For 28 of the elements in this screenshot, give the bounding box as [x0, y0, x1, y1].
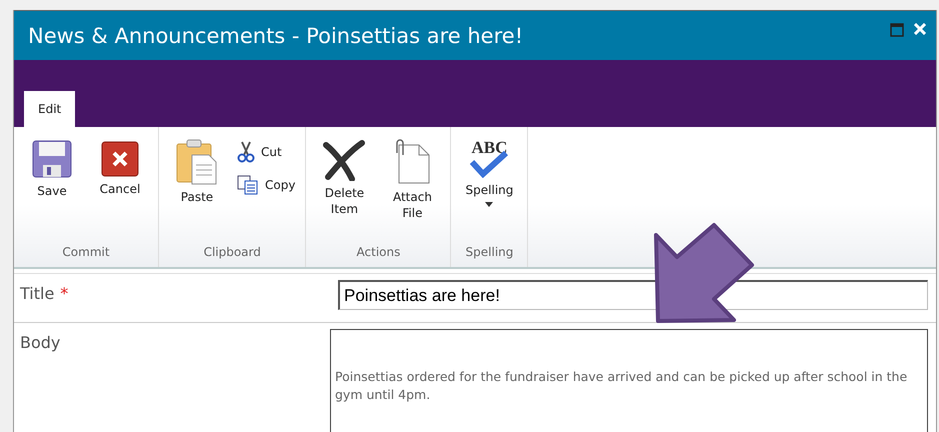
save-button[interactable]: Save — [20, 135, 84, 204]
caret-icon — [485, 202, 494, 208]
field-label: Title — [20, 284, 54, 305]
delete-button[interactable]: Delete Item — [312, 135, 376, 222]
group-label: Commit — [61, 245, 111, 261]
scissors-icon — [237, 141, 255, 163]
x-mark-icon — [322, 139, 366, 181]
body-text-area[interactable]: Poinsettias ordered for the fundraiser have arrived and can be picked up after school in the gym until 4pm. — [330, 329, 928, 432]
attach-button[interactable]: Attach File — [380, 135, 444, 226]
field-label: Body — [20, 333, 60, 354]
cut-button[interactable]: Cut — [233, 139, 300, 165]
cancel-button[interactable]: Cancel — [88, 135, 152, 202]
body-text: Poinsettias ordered for the fundraiser have arrived and can be picked up after school in the gym until 4pm. — [335, 368, 908, 404]
group-label: Actions — [356, 245, 402, 261]
maximize-icon[interactable] — [890, 23, 904, 37]
copy-icon — [237, 175, 259, 195]
group-label: Clipboard — [202, 245, 262, 261]
group-label: Spelling — [464, 245, 514, 261]
close-icon[interactable] — [914, 23, 926, 35]
required-mark: * — [60, 284, 68, 305]
paste-button[interactable]: Paste — [165, 135, 229, 210]
ribbon-tab[interactable]: Edit — [24, 91, 76, 127]
window-title: News & Announcements - Poinsettias are here! — [28, 24, 524, 48]
copy-button[interactable]: Copy — [233, 173, 300, 197]
spelling-button[interactable]: ABC Spelling — [457, 135, 522, 212]
icon-text: ABC — [472, 139, 508, 156]
clipboard-icon — [176, 139, 218, 185]
cancel-icon — [101, 139, 139, 177]
